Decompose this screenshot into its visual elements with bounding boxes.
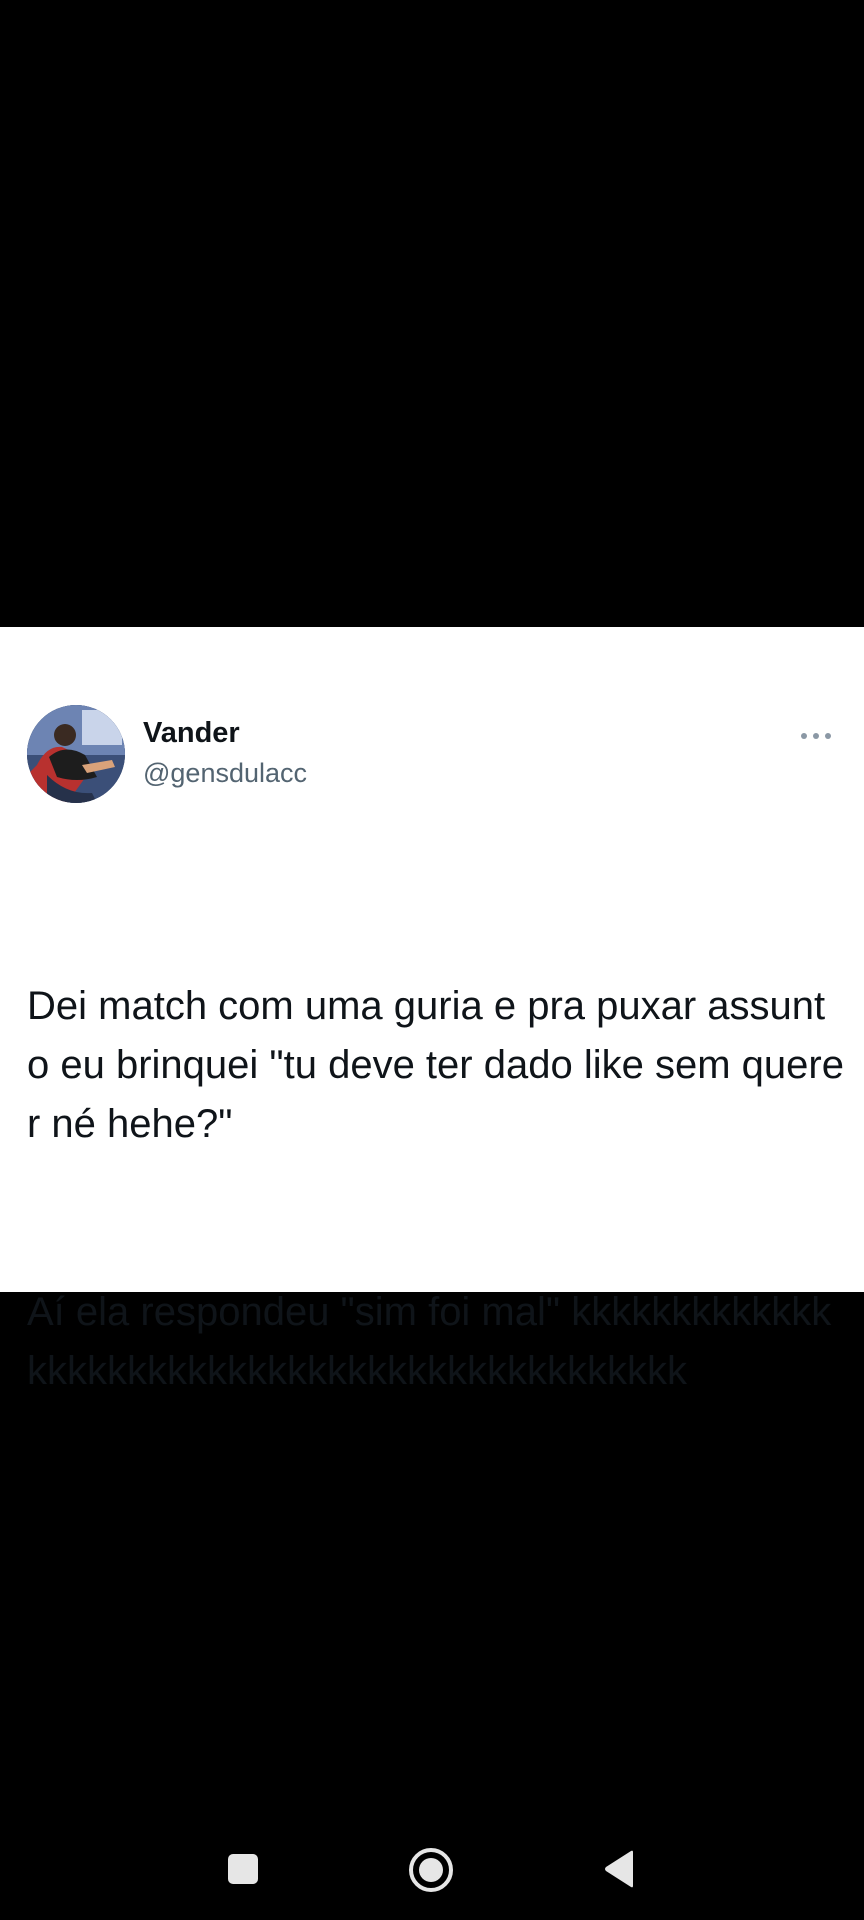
avatar[interactable]: [27, 705, 125, 803]
back-button[interactable]: [603, 1850, 635, 1888]
more-options-button[interactable]: [798, 728, 834, 744]
system-navigation-bar: [0, 1820, 864, 1920]
ellipsis-icon: [801, 733, 831, 739]
tweet-text: Dei match com uma guria e pra puxar assu…: [27, 859, 847, 1519]
tweet-paragraph: Dei match com uma guria e pra puxar assu…: [27, 984, 844, 1146]
user-handle[interactable]: @gensdulacc: [143, 760, 307, 787]
screen: Vander @gensdulacc Dei match com uma gur…: [0, 0, 864, 1920]
home-button[interactable]: [408, 1847, 454, 1893]
profile-photo-icon: [27, 705, 125, 803]
tweet-paragraph: Aí ela respondeu "sim foi mal" kkkkkkkkk…: [27, 1290, 832, 1393]
display-name[interactable]: Vander: [143, 719, 240, 748]
square-icon: [228, 1854, 258, 1884]
triangle-back-icon: [605, 1850, 633, 1888]
tweet-card[interactable]: Vander @gensdulacc Dei match com uma gur…: [0, 627, 864, 1393]
circle-home-icon: [409, 1848, 453, 1892]
recents-button[interactable]: [227, 1853, 259, 1885]
